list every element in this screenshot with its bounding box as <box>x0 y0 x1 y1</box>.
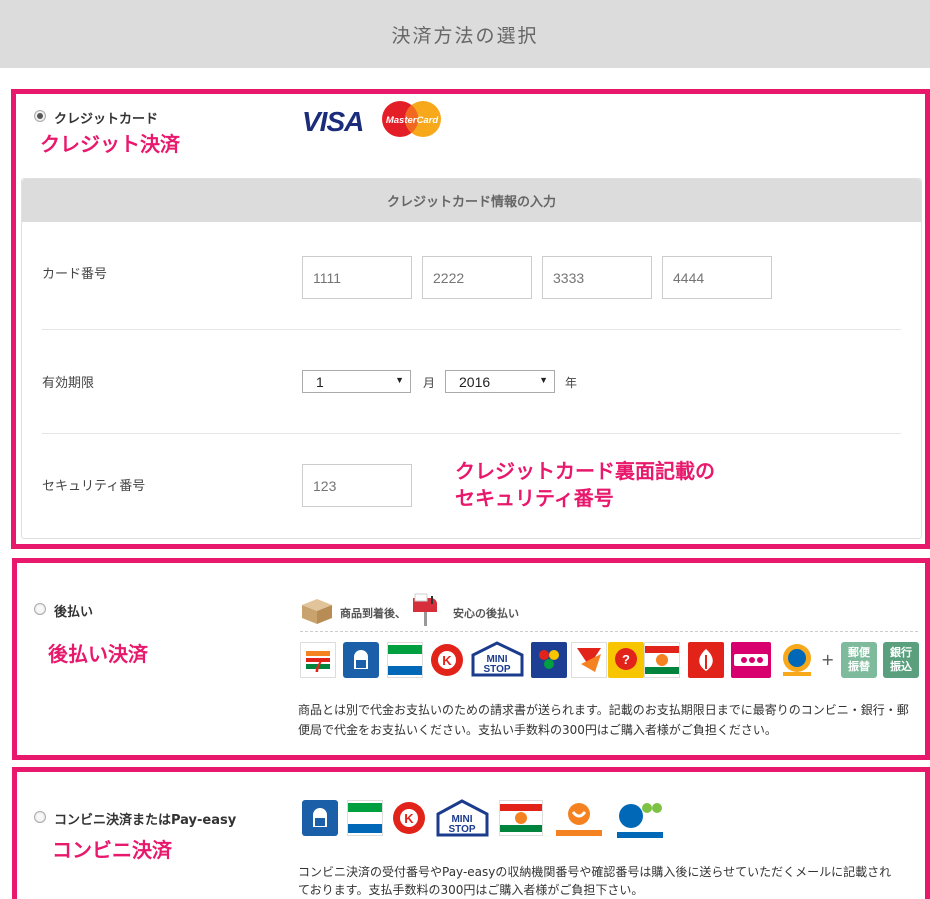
convenience-description-line1: コンビニ決済の受付番号やPay-easyの収納機関番号や確認番号は購入後に送らせ… <box>298 865 892 879</box>
package-icon <box>302 599 332 624</box>
lawson-logo <box>343 642 379 678</box>
dashed-divider <box>300 631 918 632</box>
card-number-label: カード番号 <box>42 267 108 282</box>
panel-title: クレジットカード情報の入力 <box>22 179 921 222</box>
convenience-annotation: コンビニ決済 <box>52 838 172 862</box>
ministop-logo: MINI STOP <box>435 798 490 838</box>
visa-logo: VISA <box>302 106 364 137</box>
card-number-2-input[interactable] <box>422 256 532 299</box>
divider <box>42 433 901 434</box>
credit-option-label: クレジットカード <box>54 112 159 127</box>
seven-eleven-logo: 7 <box>300 642 336 678</box>
security-annotation-line1: クレジットカード裏面記載の <box>455 459 715 483</box>
credit-radio[interactable] <box>34 110 46 122</box>
deferred-step2: 安心の後払い <box>453 607 519 620</box>
security-annotation-line2: セキュリティ番号 <box>455 486 614 510</box>
year-unit: 年 <box>565 376 578 390</box>
convenience-description-line2: ております。支払手数料の300円はご購入者様がご負担下さい。 <box>298 883 644 897</box>
page-header: 決済方法の選択 <box>0 0 930 68</box>
deferred-option-label: 後払い <box>54 605 94 620</box>
mastercard-text: MasterCard <box>386 115 438 126</box>
expiry-label: 有効期限 <box>42 376 95 391</box>
lawson-logo <box>302 800 338 836</box>
svg-text:K: K <box>442 653 452 668</box>
mastercard-logo: MasterCard <box>382 101 441 137</box>
expiry-month-value: 1 <box>316 373 324 390</box>
month-unit: 月 <box>423 376 436 390</box>
svg-text:7: 7 <box>313 656 323 675</box>
mailbox-icon <box>413 593 437 626</box>
deferred-description-line1: 商品とは別で代金お支払いのための請求書が送られます。記載のお支払期限日までに最寄… <box>298 703 909 717</box>
familymart-logo <box>347 800 383 836</box>
three-ninety-nine-logo <box>779 642 815 678</box>
three-f-logo <box>531 642 567 678</box>
circle-k-logo: K <box>429 642 465 678</box>
daily-yamazaki-logo: ? <box>608 642 644 678</box>
plus-sign: + <box>821 650 835 669</box>
svg-text:?: ? <box>622 652 630 667</box>
coco-store-logo <box>731 642 771 678</box>
expiry-year-select[interactable]: 2016 ▼ <box>445 370 555 393</box>
pay-easy-logo <box>611 800 667 842</box>
seicomart-logo <box>552 800 606 840</box>
svg-text:STOP: STOP <box>448 824 475 835</box>
poplar-logo <box>688 642 724 678</box>
chevron-down-icon: ▼ <box>539 375 548 385</box>
divider <box>42 329 901 330</box>
chevron-down-icon: ▼ <box>395 375 404 385</box>
postal-transfer-badge: 郵便 振替 <box>841 642 877 678</box>
ministop-logo: MINI STOP <box>470 640 525 678</box>
expiry-month-select[interactable]: 1 ▼ <box>302 370 411 393</box>
bank-transfer-badge: 銀行 振込 <box>883 642 919 678</box>
convenience-radio[interactable] <box>34 811 46 823</box>
deferred-step1: 商品到着後、 <box>340 607 406 620</box>
security-number-input[interactable] <box>302 464 412 507</box>
svg-text:STOP: STOP <box>483 664 510 675</box>
card-number-4-input[interactable] <box>662 256 772 299</box>
deferred-radio[interactable] <box>34 603 46 615</box>
security-number-label: セキュリティ番号 <box>42 479 146 494</box>
sunkus-logo <box>644 642 680 678</box>
deferred-annotation: 後払い決済 <box>48 642 148 666</box>
circle-k-logo: K <box>391 800 427 836</box>
card-number-1-input[interactable] <box>302 256 412 299</box>
credit-annotation: クレジット決済 <box>40 132 180 156</box>
familymart-logo <box>387 642 423 678</box>
sunkus-logo <box>499 800 543 836</box>
deferred-description-line2: 便局で代金をお支払いください。支払い手数料の300円はご購入者様がご負担ください… <box>298 723 777 737</box>
svg-text:K: K <box>404 811 414 826</box>
card-number-3-input[interactable] <box>542 256 652 299</box>
page-title: 決済方法の選択 <box>391 24 539 47</box>
expiry-year-value: 2016 <box>459 373 491 390</box>
saveon-logo <box>571 642 607 678</box>
convenience-option-label: コンビニ決済またはPay-easy <box>54 813 237 828</box>
